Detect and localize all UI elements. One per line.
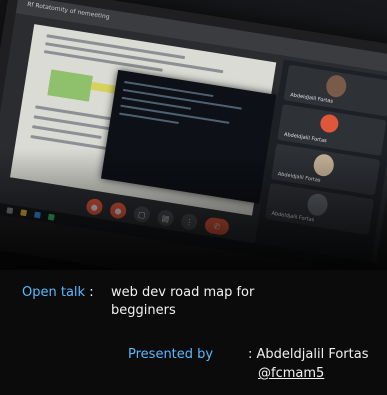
avatar bbox=[324, 73, 348, 99]
talk-title-line2: begginers bbox=[111, 303, 176, 318]
open-talk-label: Open talk : bbox=[22, 285, 94, 300]
caption-area: Open talk : web dev road map for beggine… bbox=[0, 270, 387, 395]
doc-line bbox=[45, 42, 224, 74]
terminal-line bbox=[124, 80, 214, 98]
phone-icon: ✆ bbox=[212, 221, 221, 232]
avatar bbox=[305, 192, 330, 218]
open-talk-text: Open talk bbox=[22, 285, 86, 300]
mic-button[interactable]: ● bbox=[85, 197, 104, 216]
participant-name: Abdeldjalil Fortas bbox=[271, 210, 315, 224]
folder-icon[interactable] bbox=[20, 209, 28, 217]
more-icon: ⋮ bbox=[184, 216, 194, 227]
avatar bbox=[312, 152, 336, 178]
meeting-title: Rf Rotatomity of nemeeting bbox=[26, 0, 111, 21]
laptop: Rf Rotatomity of nemeeting Abdeldjalil F… bbox=[0, 0, 387, 270]
camera-icon: ● bbox=[113, 205, 123, 216]
participant-name: Abdeldjalil Fortas bbox=[289, 92, 334, 105]
presenter-name: : Abdeldjalil Fortas bbox=[248, 347, 369, 362]
mic-icon: ● bbox=[90, 201, 99, 212]
talk-title-line1: web dev road map for bbox=[111, 285, 255, 300]
chat-button[interactable]: ▤ bbox=[156, 208, 175, 228]
browser-icon[interactable] bbox=[34, 211, 41, 219]
laptop-photo: Rf Rotatomity of nemeeting Abdeldjalil F… bbox=[0, 0, 387, 270]
app-icon[interactable] bbox=[47, 213, 55, 221]
participant-name: Abdeldjalil Fortas bbox=[277, 171, 321, 184]
presenter-handle[interactable]: @fcmam5 bbox=[258, 366, 324, 381]
more-button[interactable]: ⋮ bbox=[180, 212, 199, 232]
doc-highlight-block bbox=[47, 69, 93, 102]
share-button[interactable]: ▢ bbox=[132, 205, 152, 224]
colon: : bbox=[89, 285, 94, 300]
avatar bbox=[319, 113, 340, 134]
camera-button[interactable]: ● bbox=[108, 201, 128, 220]
video-call-screen: Rf Rotatomity of nemeeting Abdeldjalil F… bbox=[0, 0, 387, 270]
chat-icon: ▤ bbox=[161, 213, 170, 224]
app-icon[interactable] bbox=[6, 207, 14, 215]
participant-name: Abdeldjalil Fortas bbox=[283, 131, 328, 145]
leave-button[interactable]: ✆ bbox=[203, 216, 231, 237]
share-icon: ▢ bbox=[137, 209, 147, 220]
participants-panel: Abdeldjalil Fortas Abdeldjalil Fortas Ab… bbox=[254, 59, 387, 266]
presented-by-label: Presented by bbox=[128, 347, 214, 362]
